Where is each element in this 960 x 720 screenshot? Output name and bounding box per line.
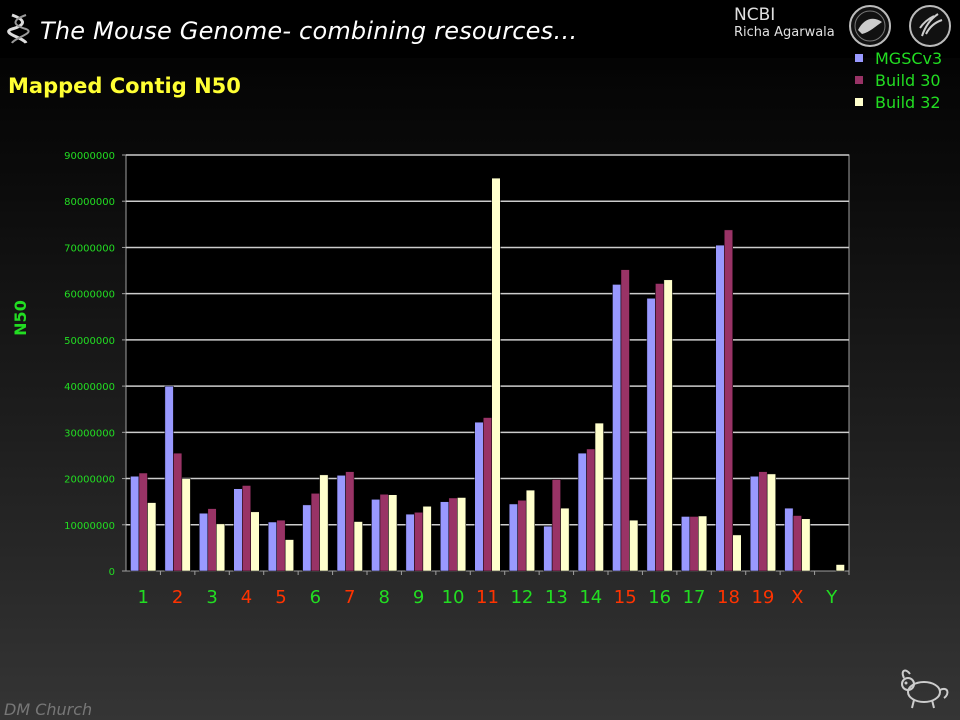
bar	[319, 474, 329, 572]
bar	[543, 525, 553, 572]
bar	[336, 475, 346, 572]
bar-chart: 0 10000000 20000000 30000000 40000000 5000000…	[11, 151, 850, 608]
bar	[749, 475, 759, 572]
bar	[724, 229, 733, 572]
x-tick-label: 16	[648, 587, 671, 608]
bar	[448, 497, 458, 572]
bar	[689, 516, 699, 572]
bar	[379, 494, 389, 572]
bar	[560, 507, 570, 572]
x-tick-label: 19	[751, 587, 774, 608]
footer-credit: DM Church	[4, 700, 93, 719]
bar	[517, 500, 527, 572]
y-tick-label: 80000000	[64, 197, 115, 208]
bar	[147, 502, 157, 572]
bar	[620, 269, 630, 572]
y-axis-label: N50	[11, 300, 30, 336]
bar	[646, 298, 656, 572]
bar	[835, 564, 845, 572]
y-tick-label: 90000000	[64, 151, 115, 162]
bar	[698, 515, 708, 572]
bar	[414, 512, 424, 572]
y-tick-label: 60000000	[64, 290, 115, 301]
bar	[250, 511, 260, 572]
bar	[681, 516, 691, 572]
y-tick-label: 50000000	[64, 336, 115, 347]
bar	[302, 504, 312, 572]
x-tick-label: Y	[825, 587, 838, 608]
x-tick-label: 11	[476, 587, 499, 608]
y-tick-label: 10000000	[64, 521, 115, 532]
y-tick-label: 40000000	[64, 382, 115, 393]
bar	[388, 494, 398, 572]
bar	[310, 493, 320, 572]
bar	[371, 499, 381, 572]
x-tick-label: 7	[344, 587, 355, 608]
x-tick-label: 2	[172, 587, 183, 608]
x-tick-label: 9	[413, 587, 424, 608]
bar	[405, 513, 415, 572]
bar	[629, 519, 639, 572]
bar	[784, 507, 794, 572]
x-tick-label: 14	[579, 587, 602, 608]
y-tick-label: 70000000	[64, 243, 115, 254]
bar	[422, 506, 432, 572]
x-tick-label: 1	[137, 587, 148, 608]
x-tick-label: 15	[614, 587, 637, 608]
bar	[242, 485, 251, 572]
bar	[792, 515, 802, 572]
x-tick-label: 13	[545, 587, 568, 608]
bar	[440, 501, 450, 572]
bar	[525, 489, 535, 572]
bar	[508, 503, 518, 572]
bar	[586, 448, 596, 572]
bar	[715, 244, 725, 572]
x-tick-label: 5	[275, 587, 286, 608]
x-tick-label: 6	[310, 587, 321, 608]
x-tick-label: 8	[378, 587, 389, 608]
bar	[612, 284, 622, 572]
bar	[457, 497, 467, 572]
bar	[284, 539, 294, 572]
bar	[594, 422, 604, 572]
bar	[491, 177, 501, 572]
bar	[801, 518, 811, 572]
y-tick-label: 0	[109, 567, 115, 578]
bar	[207, 508, 217, 572]
bar	[267, 521, 277, 572]
bar	[663, 279, 673, 572]
bar	[199, 512, 209, 572]
bar	[233, 488, 243, 572]
bar	[138, 472, 148, 572]
x-tick-label: 12	[510, 587, 533, 608]
x-tick-label: 4	[241, 587, 252, 608]
bar	[276, 519, 286, 572]
bar	[181, 478, 191, 572]
bar	[551, 479, 561, 572]
bar	[164, 385, 174, 572]
bar	[216, 523, 226, 572]
bar	[758, 471, 768, 572]
bar	[655, 283, 665, 572]
bar	[130, 475, 140, 572]
bar	[345, 471, 355, 572]
y-tick-label: 30000000	[64, 428, 115, 439]
x-tick-label: 3	[206, 587, 217, 608]
x-tick-label: X	[791, 587, 803, 608]
bar	[483, 417, 492, 572]
bar	[732, 534, 742, 572]
bar	[577, 452, 587, 572]
x-tick-label: 18	[717, 587, 740, 608]
x-tick-label: 17	[683, 587, 706, 608]
x-tick-label: 10	[442, 587, 465, 608]
bar	[353, 521, 363, 572]
y-tick-label: 20000000	[64, 475, 115, 486]
bar	[474, 421, 484, 572]
mouse-icon	[896, 666, 952, 712]
bar	[173, 452, 183, 572]
bar	[766, 473, 776, 572]
